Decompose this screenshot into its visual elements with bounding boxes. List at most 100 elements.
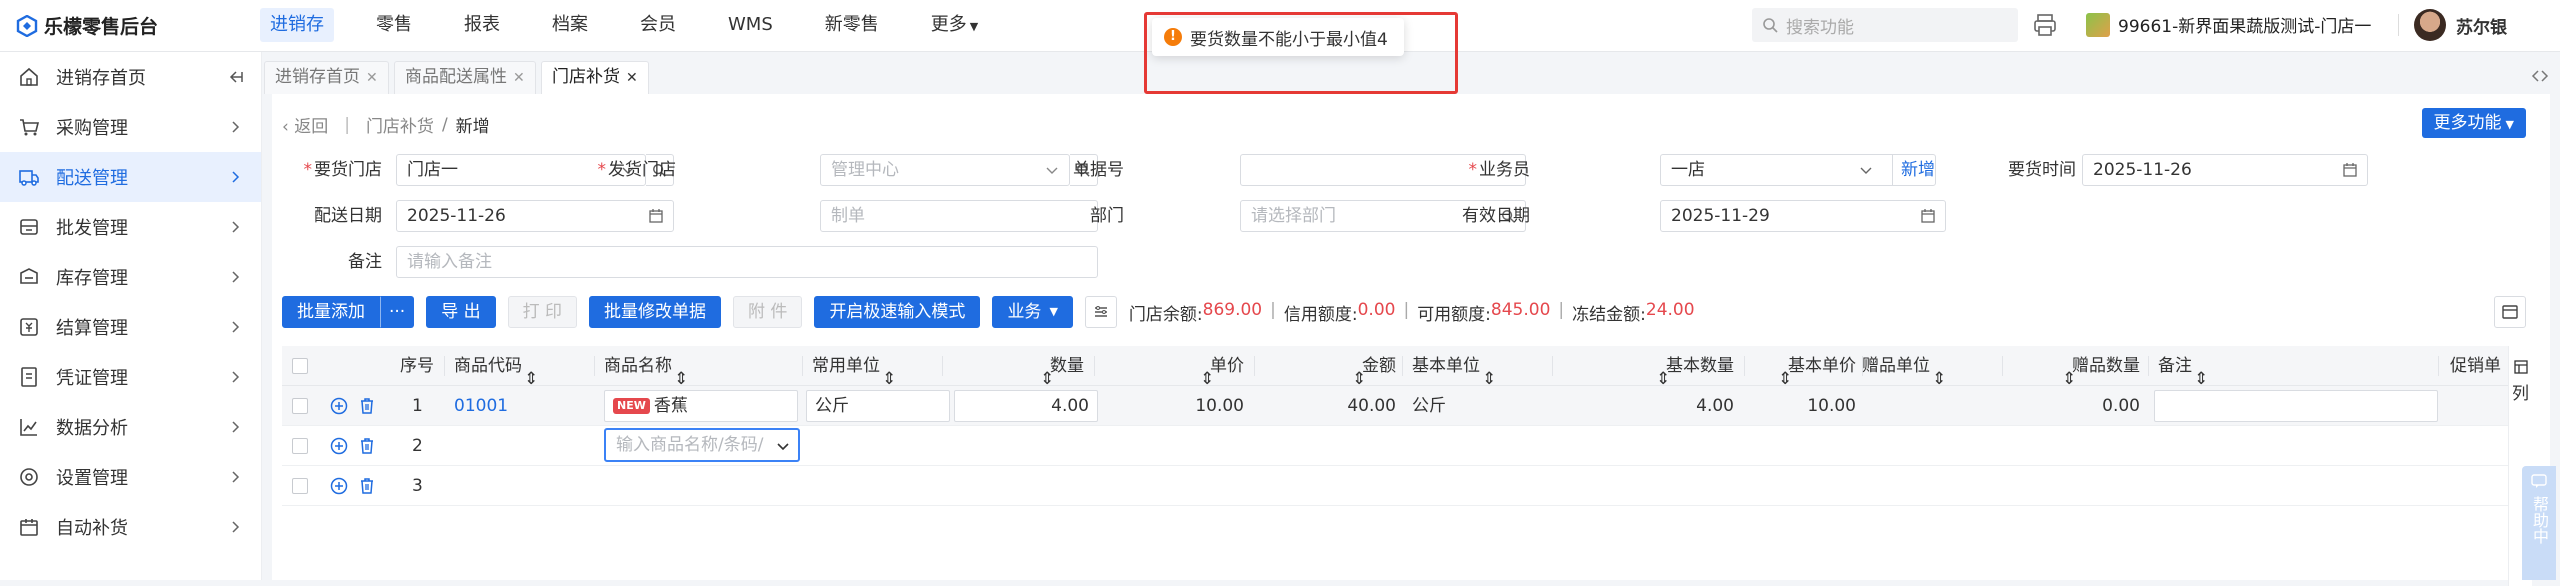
column-settings-button[interactable] — [2494, 296, 2526, 328]
column-header-price[interactable]: ⇕单价 — [1104, 346, 1244, 389]
sidebar-item-purchase[interactable]: 采购管理 — [0, 102, 261, 152]
sidebar-item-inventory[interactable]: 库存管理 — [0, 252, 261, 302]
column-header-gift-unit[interactable]: 赠品单位⇕ — [1862, 346, 1946, 389]
add-row-icon[interactable] — [330, 437, 348, 455]
topnav-retail[interactable]: 零售 — [366, 8, 422, 42]
topnav-label: 报表 — [464, 14, 500, 35]
topnav-archives[interactable]: 档案 — [542, 8, 598, 42]
column-header-base-price[interactable]: ⇕基本单价 — [1754, 346, 1856, 389]
table-row: 3 — [282, 466, 2526, 506]
divider — [594, 356, 595, 376]
cell-unit[interactable]: 公斤 — [806, 390, 950, 422]
salesman-select[interactable]: 一店 新增 — [1660, 154, 1936, 186]
sidebar-item-settings[interactable]: 设置管理 — [0, 452, 261, 502]
cell-remark[interactable] — [2154, 390, 2438, 422]
sidebar-item-wholesale[interactable]: 批发管理 — [0, 202, 261, 252]
remark-placeholder: 请输入备注 — [407, 252, 492, 272]
cell-base-unit: 公斤 — [1412, 396, 1446, 416]
help-center-tab[interactable]: 帮助中 — [2522, 466, 2556, 580]
settings-icon — [20, 468, 38, 486]
tab-scroll-icon[interactable] — [2530, 66, 2550, 86]
row-checkbox[interactable] — [292, 398, 308, 414]
column-header-amount[interactable]: ⇕金额 — [1264, 346, 1396, 389]
app-logo[interactable]: 乐檬零售后台 — [16, 12, 158, 39]
remark-input[interactable]: 请输入备注 — [396, 246, 1098, 278]
req-time-picker[interactable]: 2025-11-26 — [2082, 154, 2368, 186]
print-button[interactable]: 打 印 — [507, 296, 578, 328]
tab-store-replenish[interactable]: 门店补货 ✕ — [541, 61, 649, 94]
column-header-code[interactable]: 商品代码⇕ — [454, 346, 538, 389]
topnav-members[interactable]: 会员 — [630, 8, 686, 42]
topnav-reports[interactable]: 报表 — [454, 8, 510, 42]
store-switcher[interactable]: 99661-新界面果蔬版测试-门店一 — [2086, 12, 2371, 37]
sidebar-item-settlement[interactable]: 结算管理 — [0, 302, 261, 352]
chart-icon — [20, 419, 37, 436]
add-row-icon[interactable] — [330, 477, 348, 495]
column-header-remark[interactable]: 备注⇕ — [2158, 346, 2208, 389]
sidebar-item-auto-replenish[interactable]: 自动补货 — [0, 502, 261, 552]
sidebar-item-home[interactable]: 进销存首页 — [0, 52, 261, 102]
column-header-base-qty[interactable]: ⇕基本数量 — [1562, 346, 1734, 389]
valid-date-picker[interactable]: 2025-11-29 — [1660, 200, 1946, 232]
user-menu[interactable]: 苏尔银 — [2414, 9, 2507, 41]
chevron-right-icon — [232, 471, 240, 483]
add-row-icon[interactable] — [330, 397, 348, 415]
function-search[interactable]: 搜索功能 — [1752, 8, 2018, 42]
column-header-base-unit[interactable]: 基本单位⇕ — [1412, 346, 1496, 389]
wholesale-icon — [20, 219, 38, 235]
column-toggle-label: 列 — [2512, 384, 2529, 404]
breadcrumb-parent[interactable]: 门店补货 — [366, 112, 434, 137]
sidebar-item-analytics[interactable]: 数据分析 — [0, 402, 261, 452]
close-icon[interactable]: ✕ — [366, 70, 378, 86]
cell-product-name[interactable]: NEW 香蕉 — [604, 390, 798, 422]
topnav-wms[interactable]: WMS — [718, 8, 783, 42]
cell-product-code[interactable]: 01001 — [454, 386, 508, 426]
quick-input-mode-button[interactable]: 开启极速输入模式 — [814, 296, 981, 328]
batch-add-more-button[interactable]: ··· — [380, 296, 415, 328]
sidebar-item-label: 数据分析 — [56, 418, 128, 439]
row-checkbox[interactable] — [292, 478, 308, 494]
cell-qty[interactable]: 4.00 — [954, 390, 1098, 422]
more-functions-button[interactable]: 更多功能 ▼ — [2421, 108, 2526, 138]
tab-inventory-home[interactable]: 进销存首页 ✕ — [264, 61, 389, 94]
topnav-more[interactable]: 更多 ▼ — [921, 8, 988, 42]
business-dropdown[interactable]: 业务 ▼ — [992, 296, 1073, 328]
grid-header: 序号 商品代码⇕ 商品名称⇕ 常用单位⇕ ⇕数量 ⇕单价 ⇕金额 基本单位⇕ ⇕… — [282, 346, 2526, 389]
req-store-label: * 要货门店 — [303, 160, 383, 180]
back-link[interactable]: ‹ 返回 — [282, 112, 328, 137]
topnav-new-retail[interactable]: 新零售 — [815, 8, 889, 42]
batch-add-button[interactable]: 批量添加 — [282, 296, 380, 328]
filter-settings-button[interactable] — [1084, 296, 1117, 328]
product-search-input[interactable]: 输入商品名称/条码/ — [604, 428, 800, 462]
frozen-value: 24.00 — [1645, 299, 1695, 320]
sidebar-item-label: 库存管理 — [56, 268, 128, 289]
column-header-gift-qty[interactable]: ⇕赠品数量 — [2012, 346, 2140, 389]
printer-icon[interactable] — [2032, 12, 2058, 38]
delete-row-icon[interactable] — [358, 397, 376, 415]
select-all-checkbox[interactable] — [292, 358, 308, 374]
topnav-inventory[interactable]: 进销存 — [260, 8, 334, 42]
add-salesman-link[interactable]: 新增 — [1892, 154, 1935, 186]
batch-edit-button[interactable]: 批量修改单据 — [589, 296, 722, 328]
row-checkbox[interactable] — [292, 438, 308, 454]
column-header-qty[interactable]: ⇕数量 — [954, 346, 1084, 389]
ship-store-placeholder: 管理中心 — [831, 160, 899, 180]
tab-product-distribution[interactable]: 商品配送属性 ✕ — [394, 61, 536, 94]
more-functions-label: 更多功能 — [2433, 113, 2502, 133]
export-button[interactable]: 导 出 — [426, 296, 496, 328]
unit-value: 公斤 — [815, 396, 849, 416]
column-header-unit[interactable]: 常用单位⇕ — [812, 346, 896, 389]
column-header-name[interactable]: 商品名称⇕ — [604, 346, 688, 389]
sort-icon: ⇕ — [1040, 369, 1055, 389]
close-icon[interactable]: ✕ — [513, 70, 525, 86]
delete-row-icon[interactable] — [358, 437, 376, 455]
sidebar-item-voucher[interactable]: 凭证管理 — [0, 352, 261, 402]
sidebar-item-distribution[interactable]: 配送管理 — [0, 152, 261, 202]
divider: | — [1270, 299, 1276, 320]
divider — [802, 356, 803, 376]
ship-date-picker[interactable]: 2025-11-26 — [396, 200, 674, 232]
collapse-sidebar-icon[interactable] — [227, 69, 243, 85]
close-icon[interactable]: ✕ — [626, 70, 638, 86]
attachment-button[interactable]: 附 件 — [733, 296, 803, 328]
delete-row-icon[interactable] — [358, 477, 376, 495]
